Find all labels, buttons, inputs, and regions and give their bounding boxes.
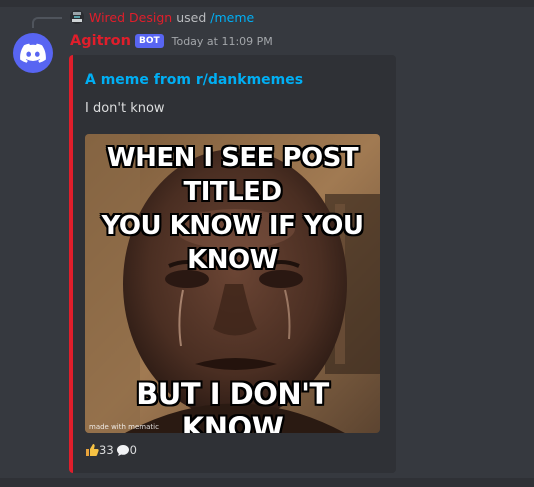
message-header: Agitron BOT Today at 11:09 PM: [70, 31, 273, 51]
thumbs-up-icon: [85, 443, 99, 457]
embed-title-link[interactable]: A meme from r/dankmemes: [85, 72, 303, 88]
speech-bubble-icon: [116, 444, 130, 457]
reply-spine: [32, 17, 62, 28]
embed-description: I don't know: [85, 101, 165, 116]
embed-footer: 33 0: [85, 442, 139, 458]
reply-used-text: used: [176, 9, 207, 25]
meme-top-caption: WHEN I SEE POST TITLED YOU KNOW IF YOU K…: [85, 141, 380, 277]
bot-username[interactable]: Agitron: [70, 33, 131, 49]
bottom-divider: [0, 478, 534, 487]
meme-top-line-1: WHEN I SEE POST TITLED: [106, 143, 359, 207]
message-timestamp: Today at 11:09 PM: [171, 34, 273, 48]
upvote-count: 33: [99, 443, 114, 457]
meme-watermark: made with mematic: [89, 423, 159, 431]
slash-command[interactable]: /meme: [210, 10, 254, 25]
chat-message: Wired Design used /meme Agitron BOT Toda…: [0, 0, 534, 478]
bot-tag: BOT: [134, 34, 164, 48]
discord-logo-icon: [20, 43, 46, 63]
comment-count: 0: [129, 443, 137, 457]
reply-username[interactable]: Wired Design: [89, 10, 172, 25]
meme-embed: A meme from r/dankmemes I don't know WHE…: [69, 55, 396, 473]
server-avatar-icon[interactable]: [70, 10, 84, 24]
meme-image[interactable]: WHEN I SEE POST TITLED YOU KNOW IF YOU K…: [85, 134, 380, 433]
meme-top-line-2: YOU KNOW IF YOU KNOW: [101, 211, 364, 275]
command-reply-context[interactable]: Wired Design used /meme: [70, 8, 254, 26]
bot-avatar[interactable]: [13, 33, 53, 73]
